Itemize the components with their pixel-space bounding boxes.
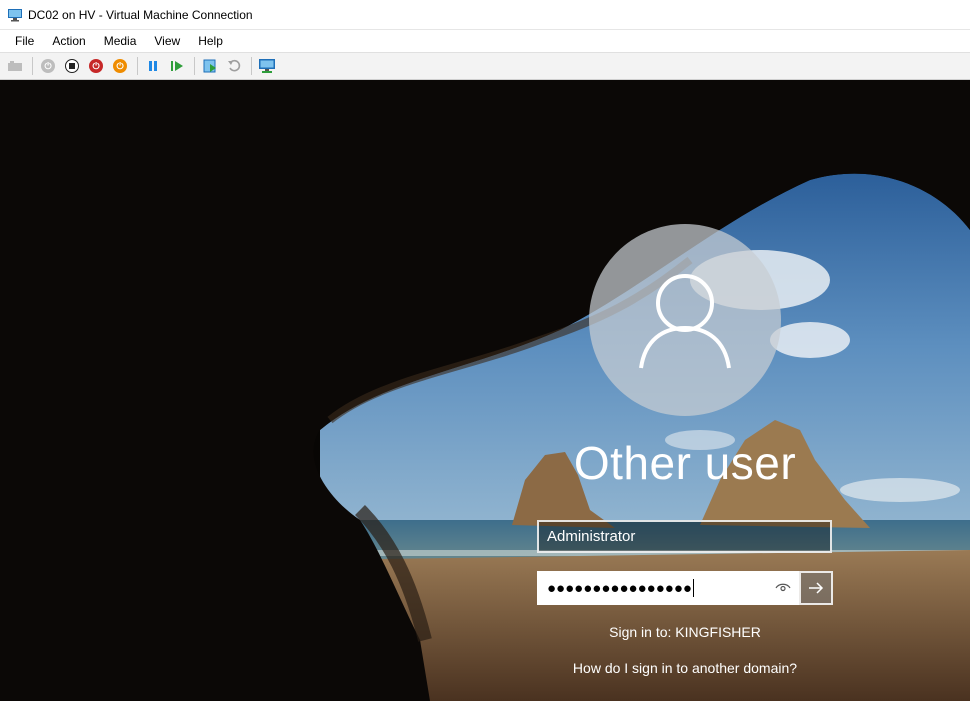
- revert-icon[interactable]: [223, 55, 245, 77]
- shutdown-icon[interactable]: ⏻: [85, 55, 107, 77]
- ctrl-alt-del-icon[interactable]: [4, 55, 26, 77]
- password-field[interactable]: ●●●●●●●●●●●●●●●●: [537, 571, 799, 605]
- lock-screen-wallpaper: [0, 80, 970, 701]
- menu-view[interactable]: View: [145, 30, 189, 52]
- vm-connection-icon: [7, 8, 23, 22]
- turn-off-icon[interactable]: [61, 55, 83, 77]
- menu-help[interactable]: Help: [189, 30, 232, 52]
- toolbar-separator: [137, 57, 138, 75]
- user-name-heading: Other user: [573, 437, 797, 489]
- resume-icon[interactable]: [166, 55, 188, 77]
- toolbar-separator: [194, 57, 195, 75]
- menu-file[interactable]: File: [6, 30, 43, 52]
- vm-display[interactable]: Other user Administrator ●●●●●●●●●●●●●●●…: [0, 80, 970, 701]
- toolbar-separator: [251, 57, 252, 75]
- arrow-right-icon: [809, 582, 824, 594]
- reveal-password-icon[interactable]: [775, 581, 791, 595]
- checkpoint-icon[interactable]: [199, 55, 221, 77]
- sign-in-domain-label: Sign in to: KINGFISHER: [609, 624, 761, 640]
- enhanced-session-icon[interactable]: [256, 55, 278, 77]
- other-domain-link[interactable]: How do I sign in to another domain?: [540, 660, 830, 676]
- pause-icon[interactable]: [142, 55, 164, 77]
- text-caret: [692, 579, 694, 597]
- toolbar-separator: [32, 57, 33, 75]
- password-row: ●●●●●●●●●●●●●●●●: [537, 571, 833, 605]
- save-icon[interactable]: ⏻: [109, 55, 131, 77]
- title-bar: DC02 on HV - Virtual Machine Connection: [0, 0, 970, 30]
- username-field[interactable]: Administrator: [537, 520, 832, 553]
- toolbar: ⏻ ⏻ ⏻: [0, 52, 970, 80]
- menu-action[interactable]: Action: [43, 30, 94, 52]
- user-icon: [639, 274, 731, 369]
- menu-media[interactable]: Media: [95, 30, 146, 52]
- menu-bar: File Action Media View Help: [0, 30, 970, 52]
- window-title: DC02 on HV - Virtual Machine Connection: [28, 7, 253, 22]
- start-icon[interactable]: ⏻: [37, 55, 59, 77]
- user-avatar: [589, 224, 781, 416]
- password-value: ●●●●●●●●●●●●●●●●: [547, 579, 692, 597]
- submit-button[interactable]: [799, 571, 833, 605]
